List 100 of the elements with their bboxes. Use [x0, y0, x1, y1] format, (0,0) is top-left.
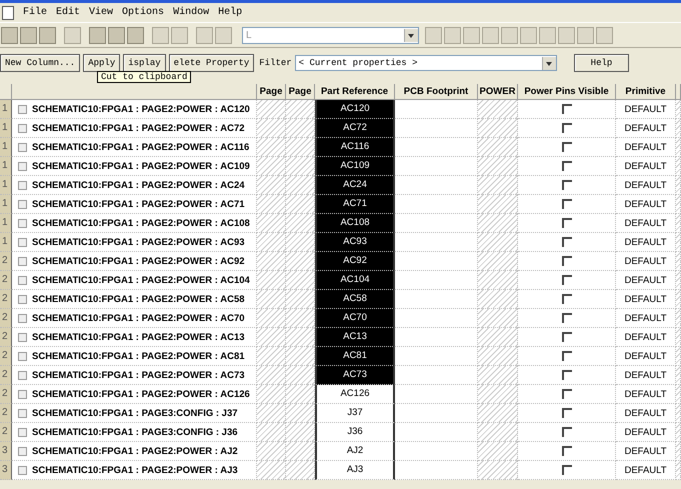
table-cell: SCHEMATIC10:FPGA1 : PAGE2:POWER : AC73	[32, 370, 245, 380]
expand-icon[interactable]	[18, 446, 27, 456]
table-cell: SCHEMATIC10:FPGA1 : PAGE2:POWER : AJ3	[32, 464, 238, 476]
expand-icon[interactable]	[18, 408, 27, 418]
table-cell[interactable]: AC92	[315, 252, 395, 271]
table-cell: DEFAULT	[616, 309, 676, 328]
expand-icon[interactable]	[18, 314, 27, 322]
help-button[interactable]: Help	[574, 54, 630, 72]
hatched-cell	[286, 252, 315, 271]
action-button[interactable]: isplay	[123, 54, 166, 72]
table-cell[interactable]: AC120	[315, 100, 395, 119]
row-number[interactable]: 1	[0, 138, 12, 157]
table-cell: DEFAULT	[616, 195, 676, 214]
row-number[interactable]: 2	[0, 423, 12, 442]
row-number[interactable]: 1	[0, 233, 12, 252]
menu-item[interactable]: Edit	[56, 7, 80, 18]
table-cell[interactable]: AC73	[315, 366, 395, 385]
expand-icon[interactable]	[18, 200, 27, 208]
table-cell: DEFAULT	[616, 271, 676, 290]
expand-icon[interactable]	[18, 162, 27, 170]
expand-icon[interactable]	[18, 142, 27, 152]
table-cell[interactable]: AC116	[315, 138, 395, 157]
hatched-cell	[286, 233, 315, 252]
window-icon[interactable]	[2, 6, 14, 20]
table-cell: DEFAULT	[616, 347, 676, 366]
expand-icon[interactable]	[18, 180, 27, 190]
expand-icon[interactable]	[18, 124, 27, 132]
row-number[interactable]: 2	[0, 309, 12, 328]
table-cell[interactable]: AC81	[315, 347, 395, 366]
menu-item[interactable]: View	[89, 7, 114, 18]
row-number[interactable]: 1	[0, 119, 12, 138]
table-cell[interactable]: J36	[315, 423, 395, 442]
table-cell[interactable]: AC58	[315, 290, 395, 309]
table-cell: DEFAULT	[616, 138, 676, 157]
table-cell: DEFAULT	[616, 119, 676, 138]
table-cell[interactable]: AC104	[315, 271, 395, 290]
table-cell: SCHEMATIC10:FPGA1 : PAGE2:POWER : AC108	[32, 218, 250, 228]
table-cell: DEFAULT	[616, 252, 676, 271]
action-button[interactable]: Apply	[83, 54, 120, 72]
menu-item[interactable]: File	[23, 7, 48, 18]
table-cell[interactable]: AC24	[315, 176, 395, 195]
row-number[interactable]: 3	[0, 442, 12, 461]
row-number[interactable]: 1	[0, 195, 12, 214]
row-number[interactable]: 2	[0, 328, 12, 347]
hatched-cell	[286, 119, 315, 138]
expand-icon[interactable]	[18, 428, 27, 436]
menu-item[interactable]: Window	[173, 7, 210, 18]
table-cell[interactable]: AC72	[315, 119, 395, 138]
menu-item[interactable]: Help	[218, 7, 242, 18]
hatched-cell	[286, 404, 315, 423]
table-cell[interactable]: AC108	[315, 214, 395, 233]
table-cell[interactable]: AJ2	[315, 442, 395, 461]
table-cell: SCHEMATIC10:FPGA1 : PAGE2:POWER : AC92	[32, 256, 245, 266]
table-cell[interactable]: AC13	[315, 328, 395, 347]
expand-icon[interactable]	[18, 332, 27, 342]
table-cell: DEFAULT	[616, 442, 676, 461]
expand-icon[interactable]	[18, 390, 27, 398]
row-number[interactable]: 2	[0, 385, 12, 404]
expand-icon[interactable]	[18, 276, 27, 284]
table-cell: SCHEMATIC10:FPGA1 : PAGE2:POWER : AJ2	[32, 446, 238, 456]
row-number[interactable]: 1	[0, 176, 12, 195]
row-number[interactable]: 2	[0, 347, 12, 366]
table-cell: DEFAULT	[616, 423, 676, 442]
expand-icon[interactable]	[18, 370, 27, 380]
table-cell[interactable]: AC71	[315, 195, 395, 214]
table-cell[interactable]: AC70	[315, 309, 395, 328]
hatched-cell	[286, 138, 315, 157]
table-cell[interactable]: AC109	[315, 157, 395, 176]
row-number[interactable]: 1	[0, 214, 12, 233]
expand-icon[interactable]	[18, 352, 27, 360]
table-cell[interactable]: J37	[315, 404, 395, 423]
expand-icon[interactable]	[18, 238, 27, 246]
expand-icon[interactable]	[18, 218, 27, 228]
action-button[interactable]: New Column...	[0, 54, 80, 72]
row-number[interactable]: 2	[0, 252, 12, 271]
table-cell: SCHEMATIC10:FPGA1 : PAGE2:POWER : AC93	[32, 236, 245, 248]
expand-icon[interactable]	[18, 256, 27, 266]
expand-icon[interactable]	[18, 294, 27, 304]
row-number[interactable]: 1	[0, 100, 12, 119]
row-number[interactable]: 2	[0, 404, 12, 423]
menu-item[interactable]: Options	[122, 7, 164, 18]
filter-dropdown[interactable]: < Current properties >	[294, 55, 557, 71]
expand-icon[interactable]	[18, 466, 27, 474]
row-number[interactable]: 2	[0, 271, 12, 290]
expand-icon[interactable]	[18, 104, 27, 114]
hatched-cell	[286, 309, 315, 328]
table-cell: SCHEMATIC10:FPGA1 : PAGE2:POWER : AC120	[32, 104, 250, 114]
row-number[interactable]: 3	[0, 461, 12, 480]
row-number[interactable]: 2	[0, 290, 12, 309]
table-cell[interactable]: AC93	[315, 233, 395, 252]
table-cell: DEFAULT	[616, 176, 676, 195]
hatched-cell	[286, 195, 315, 214]
row-number[interactable]: 2	[0, 366, 12, 385]
table-cell: DEFAULT	[616, 404, 676, 423]
row-number[interactable]: 1	[0, 157, 12, 176]
table-cell: SCHEMATIC10:FPGA1 : PAGE2:POWER : AC70	[32, 312, 245, 324]
action-button[interactable]: elete Property	[168, 54, 254, 72]
hatched-cell	[286, 347, 315, 366]
table-cell[interactable]: AC126	[315, 385, 395, 404]
table-cell[interactable]: AJ3	[315, 461, 395, 480]
